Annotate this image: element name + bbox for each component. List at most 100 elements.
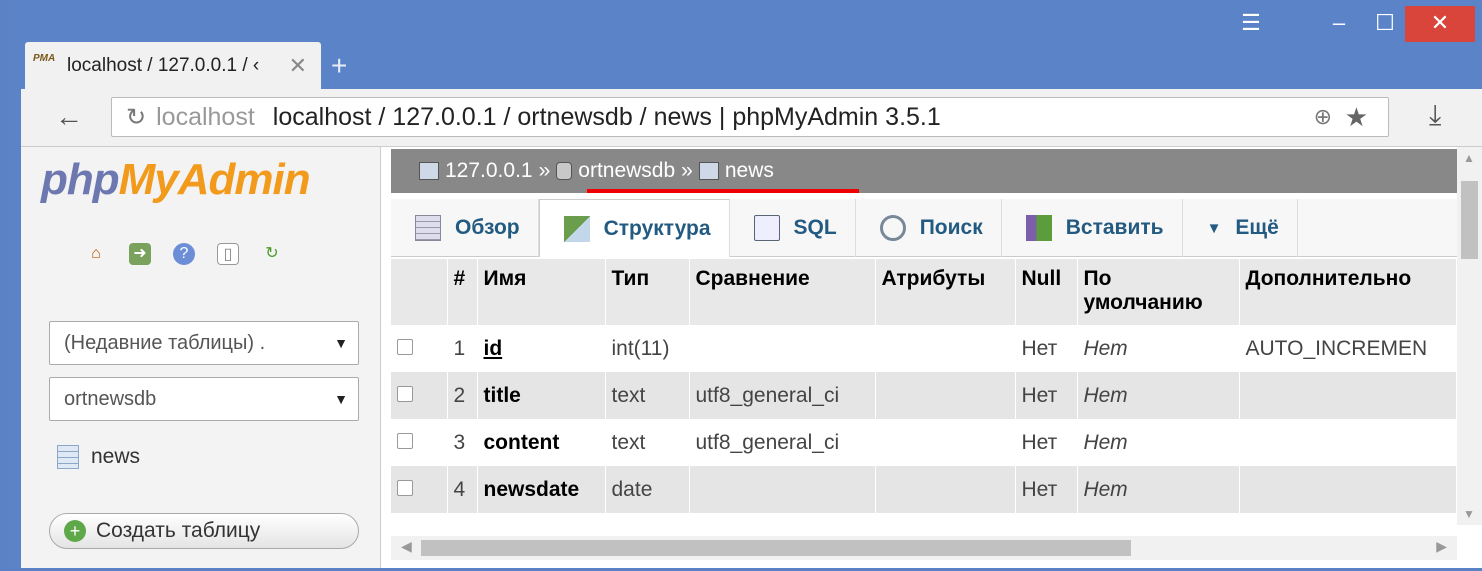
column-collation	[689, 466, 876, 513]
table-row: 1 id int(11) Нет Нет AUTO_INCREMEN	[391, 325, 1457, 372]
horizontal-scrollbar[interactable]: ◀ ▶	[391, 536, 1457, 560]
header-name[interactable]: Имя	[477, 259, 606, 325]
bookmark-star-icon[interactable]: ★	[1345, 102, 1368, 133]
column-default: Нет	[1077, 466, 1240, 513]
row-num: 4	[447, 466, 478, 513]
vertical-scroll-thumb[interactable]	[1461, 181, 1478, 259]
row-num: 1	[447, 325, 478, 372]
table-header-row: # Имя Тип Сравнение Атрибуты Null По умо…	[391, 259, 1457, 325]
column-name: content	[477, 419, 606, 466]
browse-icon	[415, 215, 441, 241]
browser-toolbar: ← ↻ localhost localhost / 127.0.0.1 / or…	[21, 89, 1482, 147]
breadcrumb: 127.0.0.1 » ortnewsdb » news	[391, 149, 1457, 193]
header-collation[interactable]: Сравнение	[689, 259, 876, 325]
url-title: localhost / 127.0.0.1 / ortnewsdb / news…	[272, 102, 941, 131]
scroll-left-icon[interactable]: ◀	[401, 538, 412, 555]
column-attributes	[875, 325, 1016, 372]
column-default: Нет	[1077, 325, 1240, 372]
tab-browse[interactable]: Обзор	[391, 199, 539, 257]
row-checkbox[interactable]	[397, 479, 413, 496]
column-name: title	[477, 372, 606, 419]
structure-icon	[563, 215, 590, 242]
column-extra	[1239, 466, 1457, 513]
column-default: Нет	[1077, 372, 1240, 419]
tab-more[interactable]: ▼ Ещё	[1183, 199, 1298, 257]
vertical-scrollbar[interactable]: ▲ ▼	[1457, 147, 1482, 525]
close-window-button[interactable]: ✕	[1405, 6, 1475, 42]
pma-favicon-icon: PMA	[33, 52, 56, 64]
database-icon	[556, 162, 573, 180]
column-collation: utf8_general_ci	[689, 419, 876, 466]
table-icon	[57, 445, 79, 469]
reload-icon[interactable]: ↻	[126, 103, 146, 132]
row-checkbox[interactable]	[397, 432, 413, 449]
column-attributes	[875, 466, 1016, 513]
home-icon[interactable]: ⌂	[85, 243, 107, 265]
breadcrumb-server[interactable]: 127.0.0.1	[445, 159, 533, 183]
highlight-underline	[587, 189, 859, 193]
header-num: #	[447, 259, 478, 325]
minimize-button[interactable]: –	[1319, 6, 1359, 42]
column-type: int(11)	[605, 325, 690, 372]
breadcrumb-table[interactable]: news	[725, 159, 774, 183]
tab-insert[interactable]: Вставить	[1002, 199, 1183, 257]
row-checkbox[interactable]	[397, 385, 413, 402]
insert-icon	[1025, 215, 1052, 241]
phpmyadmin-logo[interactable]: phpMyAdmin	[41, 155, 311, 205]
exit-icon[interactable]: ➜	[129, 243, 151, 265]
header-attributes[interactable]: Атрибуты	[875, 259, 1016, 325]
server-icon	[419, 162, 439, 180]
scroll-right-icon[interactable]: ▶	[1436, 538, 1447, 555]
row-num: 2	[447, 372, 478, 419]
plus-icon: +	[64, 520, 86, 542]
header-null[interactable]: Null	[1015, 259, 1078, 325]
header-default[interactable]: По умолчанию	[1077, 259, 1240, 325]
create-table-button[interactable]: + Создать таблицу	[49, 513, 359, 549]
maximize-button[interactable]: ☐	[1365, 6, 1405, 42]
zoom-icon[interactable]: ⊕	[1314, 104, 1332, 130]
header-extra[interactable]: Дополнительно	[1239, 259, 1457, 325]
address-bar[interactable]: ↻ localhost localhost / 127.0.0.1 / ortn…	[111, 97, 1389, 137]
column-default: Нет	[1077, 419, 1240, 466]
database-select[interactable]: ortnewsdb ▼	[49, 377, 359, 421]
table-tabs: Обзор Структура SQL Поиск Вставить ▼ Ещё	[391, 199, 1457, 257]
table-row: 2 title text utf8_general_ci Нет Нет	[391, 372, 1457, 419]
column-name[interactable]: id	[477, 325, 606, 372]
download-icon[interactable]: ⤓	[1429, 99, 1441, 132]
structure-table: # Имя Тип Сравнение Атрибуты Null По умо…	[391, 259, 1457, 513]
header-type[interactable]: Тип	[605, 259, 690, 325]
documentation-icon[interactable]: ▯	[217, 243, 239, 265]
main-panel: 127.0.0.1 » ortnewsdb » news Обзор Струк…	[391, 147, 1457, 568]
scroll-down-icon[interactable]: ▼	[1463, 507, 1475, 521]
menu-icon[interactable]: ☰	[1231, 6, 1271, 42]
column-type: text	[605, 372, 690, 419]
horizontal-scroll-thumb[interactable]	[421, 540, 1131, 556]
browser-tab[interactable]: PMA localhost / 127.0.0.1 / ‹ ✕	[25, 42, 321, 89]
row-checkbox[interactable]	[397, 338, 413, 355]
sidebar-icons: ⌂ ➜ ? ▯ ↻	[85, 243, 283, 265]
sidebar-item-news[interactable]: news	[57, 445, 140, 469]
back-arrow-icon[interactable]: ←	[55, 101, 83, 133]
recent-tables-select[interactable]: (Недавние таблицы) . ▼	[49, 321, 359, 365]
tab-search[interactable]: Поиск	[856, 199, 1002, 257]
breadcrumb-database[interactable]: ortnewsdb	[578, 159, 675, 183]
column-type: date	[605, 466, 690, 513]
tab-structure[interactable]: Структура	[538, 199, 730, 257]
column-null: Нет	[1015, 325, 1078, 372]
tab-close-icon[interactable]: ✕	[289, 53, 307, 79]
column-null: Нет	[1015, 372, 1078, 419]
new-tab-button[interactable]: +	[331, 50, 347, 82]
reload-navigation-icon[interactable]: ↻	[261, 243, 283, 265]
column-attributes	[875, 372, 1016, 419]
page-content: phpMyAdmin ⌂ ➜ ? ▯ ↻ (Недавние таблицы) …	[21, 147, 1482, 568]
table-row: 3 content text utf8_general_ci Нет Нет	[391, 419, 1457, 466]
column-type: text	[605, 419, 690, 466]
scroll-up-icon[interactable]: ▲	[1463, 151, 1475, 165]
column-extra	[1239, 419, 1457, 466]
help-icon[interactable]: ?	[173, 243, 195, 265]
tab-sql[interactable]: SQL	[730, 199, 856, 257]
sql-icon	[753, 215, 780, 241]
navigation-sidebar: phpMyAdmin ⌂ ➜ ? ▯ ↻ (Недавние таблицы) …	[21, 147, 381, 568]
column-extra: AUTO_INCREMEN	[1239, 325, 1457, 372]
dropdown-arrow-icon: ▼	[334, 391, 348, 407]
